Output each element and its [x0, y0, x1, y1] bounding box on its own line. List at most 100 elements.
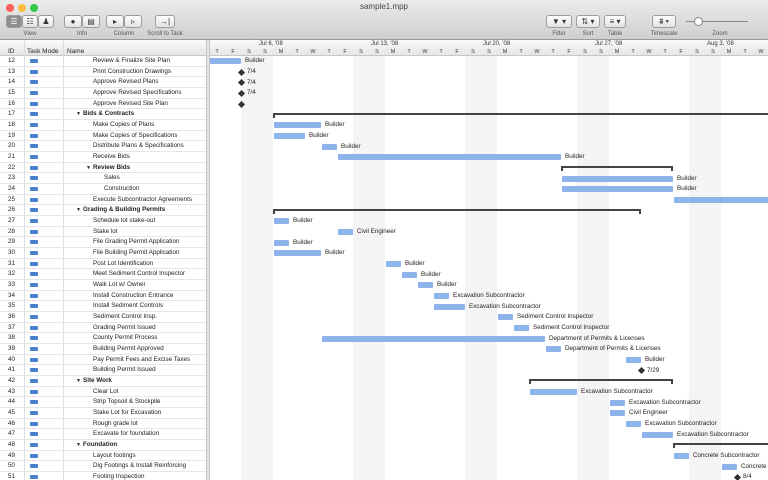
task-bar[interactable]	[434, 293, 449, 300]
task-bar[interactable]	[530, 389, 577, 396]
task-row[interactable]: 44 Strip Topsoil & Stockpile	[0, 397, 206, 409]
task-mode-column-header[interactable]: Task Mode	[27, 48, 58, 55]
scroll-to-task-icon[interactable]: →|	[155, 15, 175, 28]
id-column-header[interactable]: ID	[8, 48, 15, 55]
collapse-triangle-icon[interactable]: ▼	[86, 163, 91, 173]
collapse-triangle-icon[interactable]: ▼	[76, 205, 81, 215]
task-bar[interactable]	[674, 453, 689, 460]
task-bar[interactable]	[274, 133, 305, 140]
milestone-diamond[interactable]	[733, 473, 742, 480]
task-row[interactable]: 50 Dig Footings & Install Reinforcing	[0, 461, 206, 473]
info-icon[interactable]: ●	[64, 15, 82, 28]
task-row[interactable]: 13 Print Construction Drawings	[0, 67, 206, 78]
summary-bar[interactable]	[673, 443, 768, 449]
task-row[interactable]: 49 Layout footings	[0, 451, 206, 462]
task-row[interactable]: 12 Review & Finalize Site Plan	[0, 56, 206, 67]
task-row[interactable]: 26 ▼ Grading & Building Permits	[0, 205, 206, 217]
sort-dropdown[interactable]: ⇅ ▾	[576, 15, 600, 28]
task-bar[interactable]	[626, 357, 641, 364]
task-bar[interactable]	[338, 154, 561, 161]
milestone-diamond[interactable]	[637, 367, 646, 375]
task-row[interactable]: 21 Receive Bids	[0, 152, 206, 163]
task-bar[interactable]	[418, 282, 433, 289]
task-bar[interactable]	[498, 314, 513, 321]
task-bar[interactable]	[562, 186, 673, 193]
task-bar[interactable]	[610, 399, 625, 406]
summary-bar[interactable]	[529, 379, 673, 385]
task-row[interactable]: 32 Meet Sediment Control Inspector	[0, 269, 206, 281]
table-dropdown[interactable]: ≡ ▾	[604, 15, 626, 28]
task-bar[interactable]	[514, 325, 529, 332]
task-row[interactable]: 34 Install Construction Entrance	[0, 291, 206, 302]
task-row[interactable]: 20 Distribute Plans & Specifications	[0, 141, 206, 153]
task-row[interactable]: 45 Stake Lot for Excavation	[0, 408, 206, 419]
auto-schedule-icon	[30, 187, 38, 192]
task-row[interactable]: 22 ▼ Review Bids	[0, 163, 206, 174]
task-row[interactable]: 40 Pay Permit Fees and Excise Taxes	[0, 355, 206, 366]
task-row[interactable]: 37 Grading Permit Issued	[0, 323, 206, 334]
task-bar[interactable]	[274, 122, 321, 129]
task-bar[interactable]	[674, 197, 768, 204]
task-row[interactable]: 19 Make Copies of Specifications	[0, 131, 206, 142]
task-bar[interactable]	[562, 175, 673, 182]
task-bar[interactable]	[338, 229, 353, 236]
collapse-triangle-icon[interactable]: ▼	[76, 376, 81, 386]
task-row[interactable]: 47 Excavate for foundation	[0, 429, 206, 441]
remove-column-icon[interactable]: ▹	[124, 15, 142, 28]
task-row[interactable]: 25 Execute Subcontractor Agreements	[0, 195, 206, 206]
task-bar[interactable]	[322, 335, 545, 342]
task-bar[interactable]	[722, 463, 737, 470]
summary-bar[interactable]	[561, 166, 673, 172]
task-bar[interactable]	[274, 218, 289, 225]
task-bar[interactable]	[546, 346, 561, 353]
task-row[interactable]: 16 Approve Revised Site Plan	[0, 99, 206, 110]
gantt-view-icon[interactable]: ☰	[6, 15, 22, 28]
resource-label: Department of Permits & Licenses	[565, 345, 661, 353]
task-bar[interactable]	[210, 58, 241, 65]
task-row[interactable]: 31 Post Lot Identification	[0, 259, 206, 270]
task-row[interactable]: 43 Clear Lot	[0, 387, 206, 398]
summary-bar[interactable]	[273, 208, 641, 214]
task-row[interactable]: 28 Stake lot	[0, 227, 206, 238]
task-row[interactable]: 30 File Building Permit Application	[0, 248, 206, 259]
timescale-dropdown[interactable]: ⩩ ▾	[652, 15, 676, 28]
summary-bar[interactable]	[273, 112, 768, 118]
task-row[interactable]: 29 File Grading Permit Application	[0, 237, 206, 249]
list-view-icon[interactable]: ☷	[22, 15, 38, 28]
task-row[interactable]: 35 Install Sediment Controls	[0, 301, 206, 313]
task-bar[interactable]	[610, 410, 625, 417]
task-row[interactable]: 15 Approve Revised Specifications	[0, 88, 206, 99]
task-bar[interactable]	[402, 271, 417, 278]
task-row[interactable]: 39 Building Permit Approved	[0, 344, 206, 355]
task-row[interactable]: 42 ▼ Site Work	[0, 376, 206, 387]
task-bar[interactable]	[274, 239, 289, 246]
task-bar[interactable]	[386, 261, 401, 268]
task-row[interactable]: 23 Sales	[0, 173, 206, 185]
task-row[interactable]: 41 Building Permit Issued	[0, 365, 206, 377]
task-row[interactable]: 17 ▼ Bids & Contracts	[0, 109, 206, 120]
task-row[interactable]: 24 Construction	[0, 184, 206, 195]
day-label: T	[407, 49, 411, 55]
task-row[interactable]: 27 Schedule lot stake-out	[0, 216, 206, 227]
task-bar[interactable]	[322, 143, 337, 150]
task-row[interactable]: 14 Approve Revised Plans	[0, 77, 206, 88]
task-row[interactable]: 48 ▼ Foundation	[0, 440, 206, 451]
filter-dropdown[interactable]: ▼ ▾	[546, 15, 572, 28]
zoom-slider-handle[interactable]	[694, 17, 704, 26]
notes-icon[interactable]: ▤	[82, 15, 100, 28]
task-bar[interactable]	[274, 250, 321, 257]
task-bar[interactable]	[642, 431, 673, 438]
insert-column-icon[interactable]: ▸	[106, 15, 124, 28]
task-bar[interactable]	[434, 303, 465, 310]
task-row[interactable]: 33 Walk Lot w/ Owner	[0, 280, 206, 291]
task-row[interactable]: 38 County Permit Process	[0, 333, 206, 345]
resource-view-icon[interactable]: ♟	[38, 15, 54, 28]
task-row[interactable]: 18 Make Copies of Plans	[0, 120, 206, 131]
name-column-header[interactable]: Name	[67, 48, 84, 55]
collapse-triangle-icon[interactable]: ▼	[76, 109, 81, 119]
task-bar[interactable]	[626, 421, 641, 428]
collapse-triangle-icon[interactable]: ▼	[76, 440, 81, 450]
task-row[interactable]: 36 Sediment Control Insp.	[0, 312, 206, 323]
task-row[interactable]: 46 Rough grade lot	[0, 419, 206, 430]
task-row[interactable]: 51 Footing Inspection	[0, 472, 206, 480]
